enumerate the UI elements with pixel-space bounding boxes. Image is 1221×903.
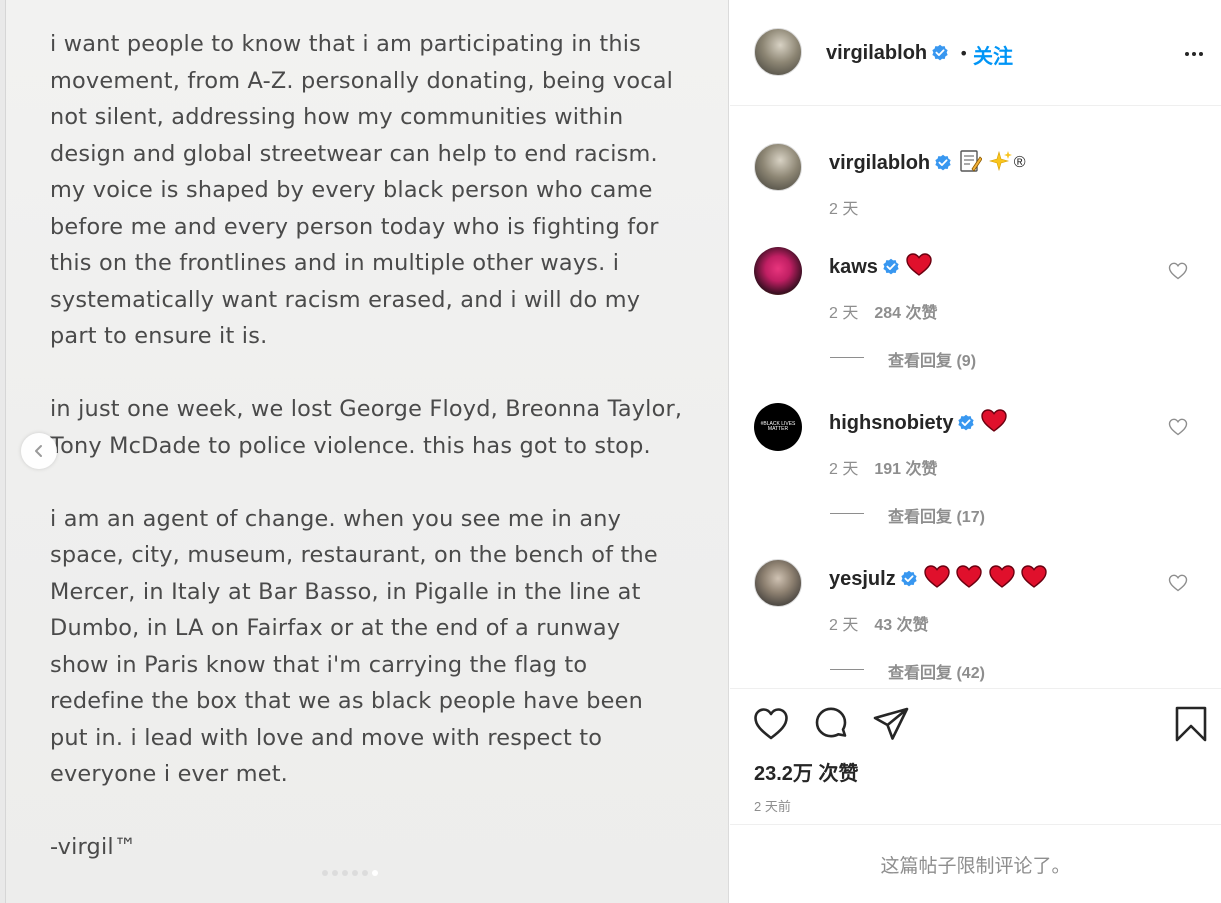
carousel-dot xyxy=(332,870,338,876)
red-heart-emoji-icon xyxy=(981,409,1008,432)
view-replies-label[interactable]: 查看回复 xyxy=(888,509,952,526)
follow-button[interactable]: 关注 xyxy=(973,40,1013,69)
replies-count[interactable]: (9) xyxy=(956,353,976,370)
comments-limited-notice: 这篇帖子限制评论了。 xyxy=(730,824,1221,903)
verified-badge-icon xyxy=(958,414,975,431)
carousel-dot xyxy=(352,870,358,876)
post-image-text: i want people to know that i am particip… xyxy=(50,26,710,866)
comment-likes[interactable]: 43 次赞 xyxy=(874,617,928,634)
view-replies-label[interactable]: 查看回复 xyxy=(888,665,952,682)
comment-username-text[interactable]: yesjulz xyxy=(829,568,896,590)
carousel-dot-active xyxy=(372,870,378,876)
verified-badge-icon xyxy=(932,44,948,61)
chevron-left-icon xyxy=(35,445,42,457)
post-details-panel: virgilabloh • 关注 virgilabloh ® 2 天 kaws xyxy=(730,0,1221,903)
carousel-dot xyxy=(342,870,348,876)
header-username-text[interactable]: virgilabloh xyxy=(826,42,927,64)
post-paragraph: in just one week, we lost George Floyd, … xyxy=(50,396,683,459)
red-heart-emoji-icon xyxy=(1021,565,1048,588)
comment-username[interactable]: yesjulz xyxy=(829,565,1048,595)
comments-list[interactable]: virgilabloh ® 2 天 kaws 2 天 284 次赞 查看回复 (… xyxy=(730,107,1221,687)
red-heart-emoji-icon xyxy=(989,565,1015,588)
separator-dot: • xyxy=(959,44,969,63)
comment-time: 2 天 xyxy=(829,305,859,322)
comment-like-heart-icon[interactable] xyxy=(1168,261,1188,281)
view-replies-button[interactable]: 查看回复 (42) xyxy=(888,659,985,683)
post-paragraph: i want people to know that i am particip… xyxy=(50,31,674,349)
carousel-dot xyxy=(362,870,368,876)
caption-meta: 2 天 xyxy=(829,195,858,219)
post-paragraph: i am an agent of change. when you see me… xyxy=(50,505,658,788)
replies-count[interactable]: (17) xyxy=(956,509,984,526)
avatar[interactable] xyxy=(754,28,802,76)
registered-mark: ® xyxy=(1013,154,1026,171)
red-heart-emoji-icon xyxy=(956,565,982,588)
comment-emoji xyxy=(924,565,1049,595)
bookmark-save-icon[interactable] xyxy=(1172,705,1210,743)
comment-bubble-icon[interactable] xyxy=(812,705,850,743)
comment-meta: 2 天 43 次赞 xyxy=(829,611,929,635)
post-likes-count[interactable]: 23.2万 次赞 xyxy=(754,757,858,786)
caption-username[interactable]: virgilabloh ® xyxy=(829,149,1025,179)
like-heart-icon[interactable] xyxy=(752,705,790,743)
carousel-prev-button[interactable] xyxy=(21,433,57,469)
header-username[interactable]: virgilabloh xyxy=(826,42,949,65)
avatar[interactable] xyxy=(754,143,802,191)
comment-time: 2 天 xyxy=(829,617,859,634)
comment-emoji xyxy=(906,253,933,283)
carousel-dot xyxy=(322,870,328,876)
verified-badge-icon xyxy=(901,570,917,587)
more-options-icon[interactable] xyxy=(1182,42,1206,66)
verified-badge-icon xyxy=(935,154,951,171)
red-heart-emoji-icon xyxy=(924,565,950,588)
view-replies-label[interactable]: 查看回复 xyxy=(888,353,952,370)
post-signature: -virgil™ xyxy=(50,834,137,860)
caption-emoji xyxy=(958,149,1014,179)
post-timestamp[interactable]: 2 天前 xyxy=(754,796,791,815)
avatar[interactable] xyxy=(754,247,802,295)
comment-username-text[interactable]: highsnobiety xyxy=(829,412,953,434)
comment-username[interactable]: kaws xyxy=(829,253,933,283)
avatar-text: #BLACK LIVES MATTER xyxy=(760,420,796,432)
replies-count[interactable]: (42) xyxy=(956,665,984,682)
comment-username-text[interactable]: kaws xyxy=(829,256,878,278)
avatar[interactable]: #BLACK LIVES MATTER xyxy=(754,403,802,451)
comment-meta: 2 天 284 次赞 xyxy=(829,299,938,323)
comment-likes[interactable]: 191 次赞 xyxy=(874,461,937,478)
comment-meta: 2 天 191 次赞 xyxy=(829,455,938,479)
view-replies-button[interactable]: 查看回复 (17) xyxy=(888,503,985,527)
share-direct-icon[interactable] xyxy=(872,705,910,743)
comment-like-heart-icon[interactable] xyxy=(1168,417,1188,437)
avatar[interactable] xyxy=(754,559,802,607)
comment-emoji xyxy=(981,409,1008,439)
comment-time: 2 天 xyxy=(829,461,859,478)
post-header: virgilabloh • 关注 xyxy=(730,0,1221,106)
verified-badge-icon xyxy=(883,258,899,275)
comment-likes[interactable]: 284 次赞 xyxy=(874,305,937,322)
caption-time: 2 天 xyxy=(829,201,859,218)
red-heart-emoji-icon xyxy=(906,253,932,276)
action-bar: 23.2万 次赞 2 天前 xyxy=(730,688,1221,824)
view-replies-button[interactable]: 查看回复 (9) xyxy=(888,347,976,371)
caption-username-text[interactable]: virgilabloh xyxy=(829,152,930,174)
reply-divider xyxy=(830,513,864,514)
reply-divider xyxy=(830,357,864,358)
memo-emoji-icon xyxy=(960,150,983,172)
carousel-indicator xyxy=(322,870,378,876)
post-image: i want people to know that i am particip… xyxy=(6,0,729,903)
sparkles-emoji-icon xyxy=(988,150,1012,172)
reply-divider xyxy=(830,669,864,670)
comment-username[interactable]: highsnobiety xyxy=(829,409,1008,439)
comment-like-heart-icon[interactable] xyxy=(1168,573,1188,593)
